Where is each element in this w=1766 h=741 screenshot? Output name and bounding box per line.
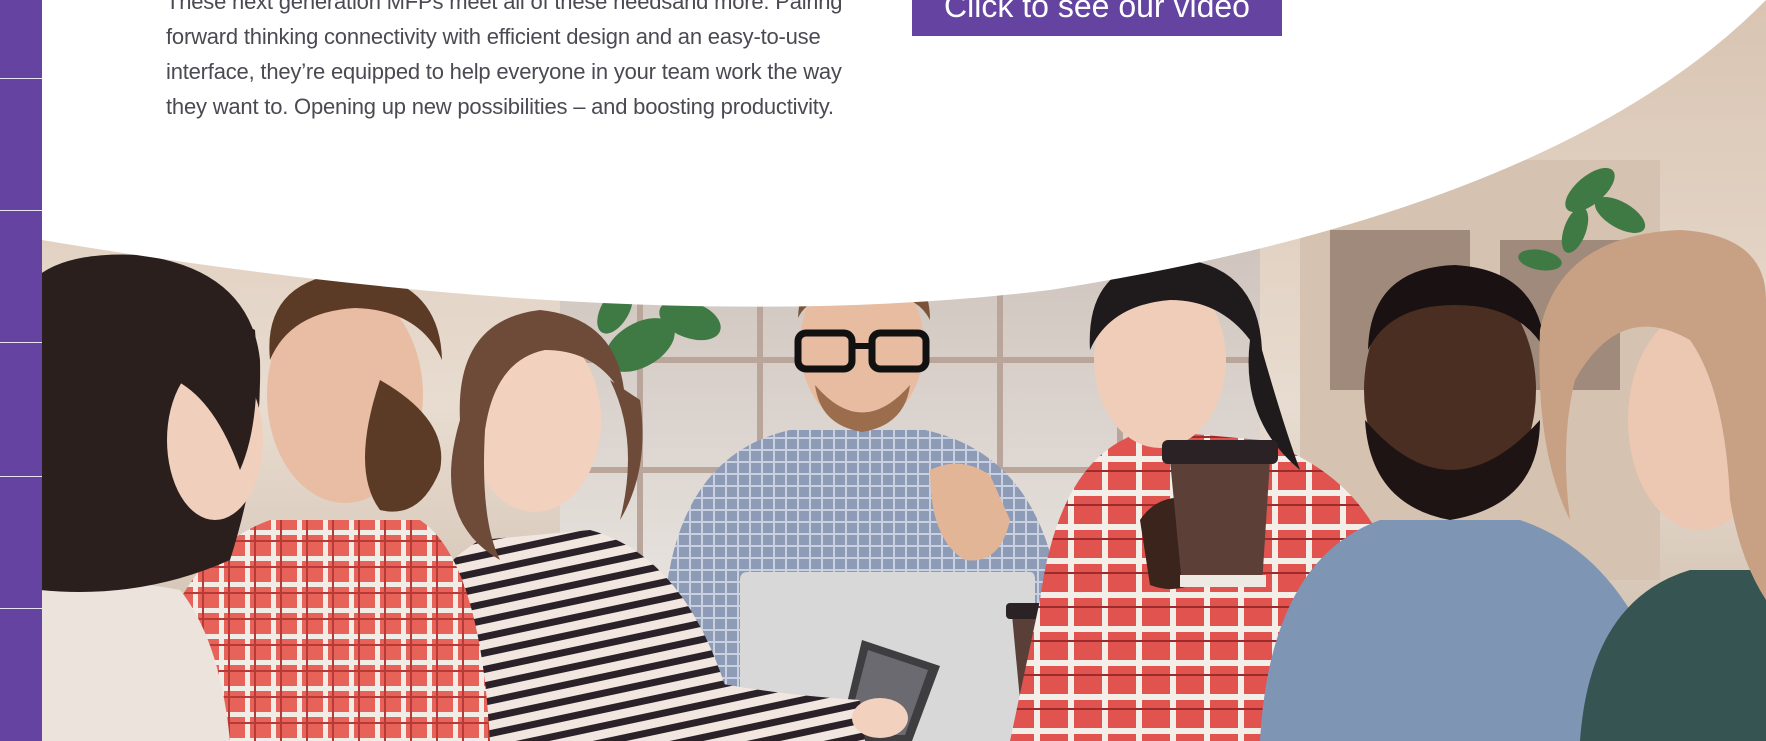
paragraph-line: These next generation MFPs meet all of t…: [166, 0, 843, 14]
side-nav-strip: [0, 0, 42, 741]
watch-video-button[interactable]: Click to see our video: [912, 0, 1282, 36]
paragraph-line: forward thinking connectivity with effic…: [166, 24, 821, 49]
page: These next generation MFPs meet all of t…: [0, 0, 1766, 741]
side-nav-divider: [0, 78, 42, 79]
intro-paragraph: These next generation MFPs meet all of t…: [166, 0, 866, 124]
side-nav-divider: [0, 342, 42, 343]
side-nav-divider: [0, 608, 42, 609]
side-nav-divider: [0, 210, 42, 211]
side-nav-divider: [0, 476, 42, 477]
paragraph-line: interface, they’re equipped to help ever…: [166, 59, 842, 84]
paragraph-line: they want to. Opening up new possibiliti…: [166, 94, 834, 119]
